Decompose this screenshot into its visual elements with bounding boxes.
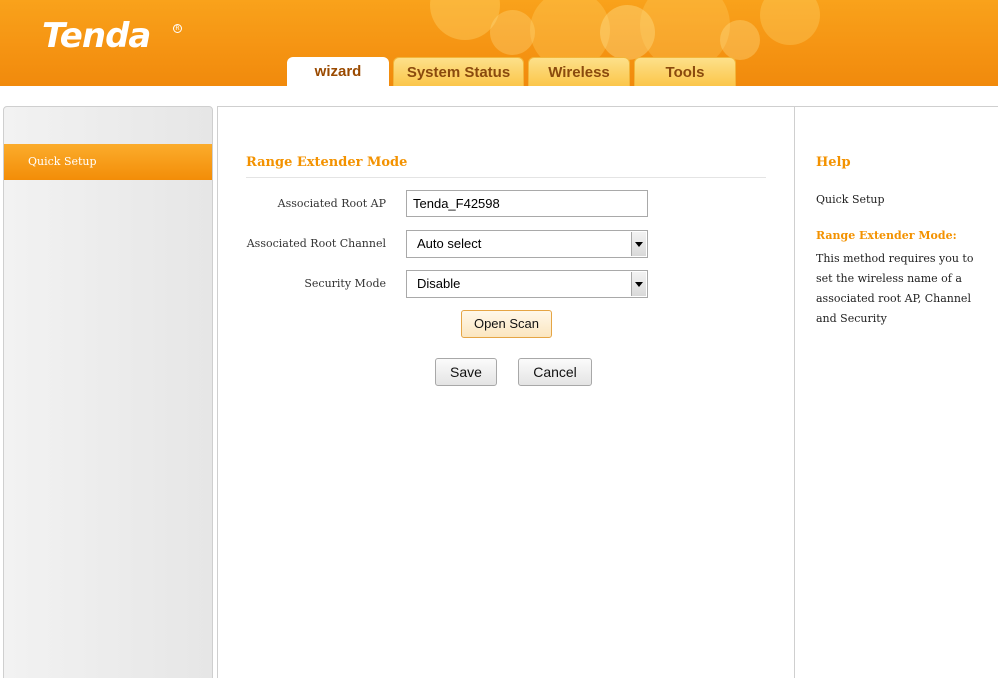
section-title: Range Extender Mode [246,155,408,170]
tab-label: System Status [406,64,511,81]
tab-tools[interactable]: Tools [634,57,736,86]
save-button[interactable]: Save [435,358,497,386]
help-divider [794,107,795,678]
root-ap-label: Associated Root AP [277,197,386,210]
security-mode-select[interactable]: Disable [406,270,648,298]
root-channel-value: Auto select [417,236,482,251]
header-banner: Tenda R wizard System Status Wireless To… [0,0,998,86]
chevron-down-icon[interactable] [631,232,646,256]
cancel-button[interactable]: Cancel [518,358,592,386]
security-mode-label: Security Mode [304,277,386,290]
sidebar-item-quick-setup[interactable]: Quick Setup [4,144,212,180]
tab-label: Wireless [548,64,610,81]
sidebar-item-label: Quick Setup [28,155,97,168]
help-subtitle: Quick Setup [816,193,885,206]
decorative-bubble [490,10,535,55]
root-ap-input[interactable]: Tenda_F42598 [406,190,648,217]
tab-label: Tools [665,64,705,81]
help-heading: Range Extender Mode: [816,229,957,242]
tab-label: wizard [314,63,362,80]
sidebar: Quick Setup [3,106,213,678]
decorative-bubble [720,20,760,60]
brand-logo: Tenda [42,16,151,56]
root-channel-select[interactable]: Auto select [406,230,648,258]
help-title: Help [816,155,851,170]
root-channel-label: Associated Root Channel [246,237,386,250]
registered-mark: R [173,24,182,33]
decorative-bubble [760,0,820,45]
tab-system-status[interactable]: System Status [393,57,524,86]
tab-wireless[interactable]: Wireless [528,57,630,86]
tab-wizard[interactable]: wizard [287,57,389,86]
security-mode-value: Disable [417,276,461,291]
chevron-down-icon[interactable] [631,272,646,296]
help-text: This method requires you to set the wire… [816,252,974,325]
section-divider [246,177,766,178]
open-scan-button[interactable]: Open Scan [461,310,552,338]
